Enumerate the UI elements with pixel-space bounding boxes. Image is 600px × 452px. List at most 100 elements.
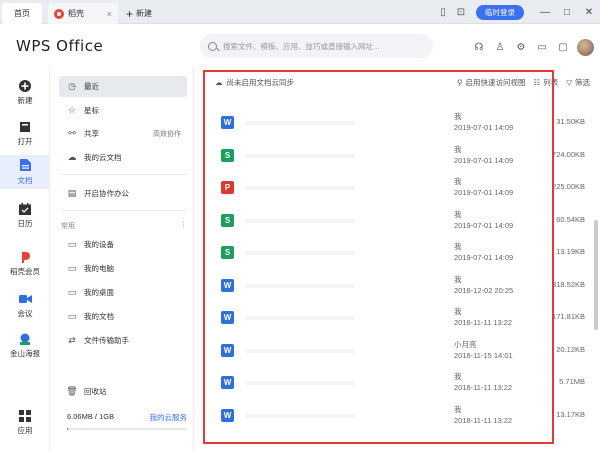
clock-icon: ◷: [68, 81, 76, 91]
skin-icon[interactable]: ⊡: [452, 3, 470, 21]
section-label: 常用: [61, 223, 75, 230]
window-layout-icon[interactable]: ▯: [434, 3, 452, 21]
chat-icon[interactable]: ▢: [556, 41, 570, 55]
main-toolbar-right: ⚲ 启用快速访问视图 ☷ 列表 ▽ 筛选: [457, 77, 590, 88]
storage-fill: [67, 428, 68, 430]
computer-icon: ▭: [67, 263, 77, 273]
sync-notice-label: 尚未启用文档云同步: [226, 78, 295, 87]
minimize-icon[interactable]: —: [534, 0, 556, 24]
rail-item-poster[interactable]: 金山海报: [0, 332, 50, 359]
nav-item-file-transfer[interactable]: ⇄ 文件传输助手: [59, 330, 187, 351]
file-size: 724.00KB: [552, 149, 585, 159]
file-row[interactable]: W 小月亮 2018-11-15 14:01 20.12KB: [215, 335, 595, 367]
file-type-icon: W: [221, 116, 234, 129]
apps-grid-icon: [19, 409, 32, 422]
file-size: 13.17KB: [556, 409, 585, 419]
close-window-icon[interactable]: ✕: [578, 0, 600, 24]
nav-item-desktop[interactable]: ▭ 我的桌面: [59, 282, 187, 303]
cloud-service-link[interactable]: 我的云服务: [150, 412, 188, 423]
desktop-icon: ▭: [67, 287, 77, 297]
search-placeholder: 搜索文件、模板、应用、技巧或直接输入网址...: [223, 41, 380, 51]
rail-label: 新建: [17, 96, 33, 105]
close-tab-icon[interactable]: ×: [107, 9, 112, 19]
rail-item-open[interactable]: 打开: [0, 120, 50, 147]
nav-item-cloud-docs[interactable]: ☁ 我的云文档: [59, 147, 187, 168]
nav-item-devices[interactable]: ▭ 我的设备: [59, 234, 187, 255]
file-time: 2019-07-01 14:09: [454, 220, 514, 230]
sync-notice[interactable]: ☁ 尚未启用文档云同步: [215, 77, 294, 88]
file-row[interactable]: P 我 2019-07-01 14:09 225.00KB: [215, 172, 595, 204]
file-size: 171.81KB: [552, 312, 585, 321]
rail-label: 应用: [17, 426, 33, 435]
storage-info: 6.06MB / 1GB 我的云服务: [67, 412, 187, 423]
file-row[interactable]: W 我 2018-11-11 13:22 5.71MB: [215, 367, 595, 399]
plus-icon: +: [126, 6, 134, 21]
file-owner: 我: [454, 112, 462, 121]
tab-new-label: 新建: [136, 9, 153, 18]
rail-item-docs[interactable]: 文档: [0, 155, 50, 189]
file-row[interactable]: W 我 2019-07-01 14:09 31.50KB: [215, 107, 595, 139]
message-icon[interactable]: ▭: [535, 41, 549, 55]
nav-item-shared[interactable]: ⚯ 共享 高效协作: [59, 123, 187, 144]
file-owner: 我: [454, 307, 462, 316]
more-icon[interactable]: ⋮: [180, 221, 187, 231]
file-size: 60.54KB: [556, 214, 585, 224]
maximize-icon[interactable]: □: [556, 0, 578, 24]
nav-label: 星标: [84, 106, 99, 115]
headset-icon[interactable]: ☊: [472, 41, 486, 55]
rail-label: 日历: [17, 219, 33, 228]
calendar-icon: [19, 202, 32, 215]
file-size: 13.19KB: [556, 247, 585, 256]
rail-item-apps[interactable]: 应用: [0, 409, 50, 436]
rail-item-daoke-member[interactable]: 稻壳会员: [0, 250, 50, 277]
nav-label: 文件传输助手: [84, 336, 129, 345]
tab-new[interactable]: + 新建: [126, 3, 152, 24]
avatar[interactable]: [577, 39, 594, 56]
filter-button[interactable]: ▽ 筛选: [566, 77, 590, 88]
nav-label: 我的设备: [84, 240, 114, 249]
file-owner: 我: [454, 242, 462, 251]
nav-item-recent[interactable]: ◷ 最近: [59, 76, 187, 97]
nav-item-recycle[interactable]: 🗑 回收站: [59, 381, 187, 402]
file-size: 31.50KB: [556, 117, 585, 126]
shared-extra: 高效协作: [153, 130, 181, 138]
tab-home[interactable]: 首页: [2, 3, 42, 24]
file-row[interactable]: S 我 2019-07-01 14:09 60.54KB: [215, 205, 595, 237]
quick-view-label: 启用快速访问视图: [465, 78, 526, 87]
nav-item-collab[interactable]: ▤ 开启协作办公: [59, 183, 187, 204]
scrollbar[interactable]: [594, 220, 598, 330]
nav-item-my-docs[interactable]: ▭ 我的文档: [59, 306, 187, 327]
file-type-icon: W: [221, 408, 234, 422]
rail-item-meeting[interactable]: 会议: [0, 292, 50, 319]
left-rail: 新建 打开 文档 日历 稻壳会员 会议 金山海报 应用: [0, 67, 50, 452]
filter-icon: ▽: [566, 78, 572, 87]
search-input[interactable]: 搜索文件、模板、应用、技巧或直接输入网址...: [200, 34, 433, 58]
file-name-blurred: [245, 153, 355, 158]
nav-label: 我的云文档: [84, 153, 122, 162]
file-owner: 我: [454, 274, 462, 284]
shirt-icon[interactable]: ♙: [493, 41, 507, 55]
nav-item-starred[interactable]: ☆ 星标: [59, 100, 187, 121]
quick-view-button[interactable]: ⚲ 启用快速访问视图: [457, 77, 526, 88]
rail-item-new[interactable]: 新建: [0, 79, 50, 106]
title-bar: 首页 稻壳 × + 新建 ▯ ⊡ 临时登录 — □ ✕: [0, 0, 600, 24]
file-type-icon: S: [221, 213, 234, 227]
file-owner: 我: [454, 144, 462, 154]
rail-label: 稻壳会员: [10, 267, 40, 276]
tab-daoke[interactable]: 稻壳 ×: [48, 3, 118, 24]
rail-label: 金山海报: [10, 349, 40, 358]
gear-icon[interactable]: ⚙: [514, 41, 528, 55]
list-icon: ☷: [533, 78, 541, 87]
file-row[interactable]: S 我 2019-07-01 14:09 724.00KB: [215, 140, 595, 172]
poster-icon: [19, 332, 32, 345]
nav-item-computer[interactable]: ▭ 我的电脑: [59, 258, 187, 279]
file-row[interactable]: W 我 2018-11-11 13:22 13.17KB: [215, 400, 595, 432]
file-row[interactable]: W 我 2018-11-11 13:22 171.81KB: [215, 302, 595, 334]
rail-item-calendar[interactable]: 日历: [0, 202, 50, 229]
list-view-button[interactable]: ☷ 列表: [533, 77, 558, 88]
document-icon: [19, 159, 32, 172]
file-type-icon: S: [221, 246, 234, 259]
login-button[interactable]: 临时登录: [476, 4, 524, 20]
file-row[interactable]: W 我 2018-12-02 20:25 318.52KB: [215, 270, 595, 302]
file-row[interactable]: S 我 2019-07-01 14:09 13.19KB: [215, 237, 595, 269]
